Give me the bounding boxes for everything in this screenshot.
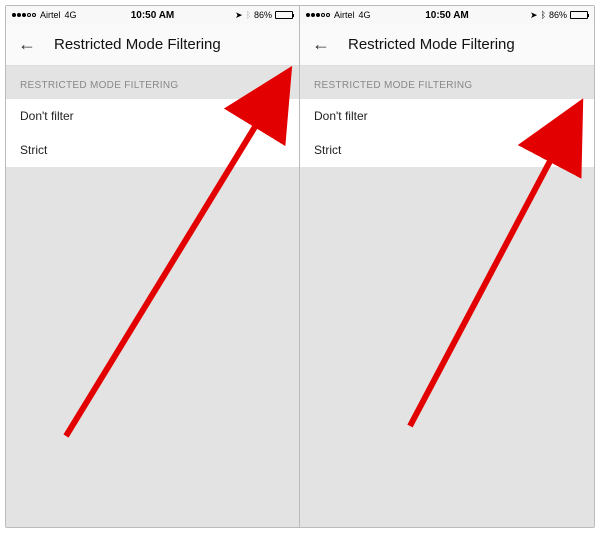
carrier-label: Airtel	[334, 10, 355, 20]
back-arrow-icon[interactable]: ←	[18, 34, 36, 55]
option-label: Don't filter	[20, 109, 74, 123]
location-icon: ➤	[235, 10, 243, 21]
status-left: Airtel 4G	[12, 10, 77, 20]
carrier-label: Airtel	[40, 10, 61, 20]
options-list: Don't filter Strict ✓	[300, 99, 594, 167]
battery-pct: 86%	[254, 10, 272, 20]
back-arrow-icon[interactable]: ←	[312, 34, 330, 55]
signal-dots-icon	[12, 13, 36, 17]
battery-icon	[275, 11, 293, 19]
option-label: Don't filter	[314, 109, 368, 123]
status-left: Airtel 4G	[306, 10, 371, 20]
screenshot-left: Airtel 4G 10:50 AM ➤ ᛒ 86% ← Restricted …	[6, 6, 300, 527]
option-dont-filter[interactable]: Don't filter	[300, 99, 594, 133]
section-header: RESTRICTED MODE FILTERING	[6, 66, 299, 99]
clock: 10:50 AM	[131, 10, 175, 21]
option-dont-filter[interactable]: Don't filter ✓	[6, 99, 299, 133]
battery-pct: 86%	[549, 10, 567, 20]
page-title: Restricted Mode Filtering	[348, 36, 515, 53]
page-title: Restricted Mode Filtering	[54, 36, 221, 53]
option-label: Strict	[20, 143, 47, 157]
network-label: 4G	[359, 10, 371, 20]
option-strict[interactable]: Strict ✓	[300, 133, 594, 167]
bluetooth-icon: ᛒ	[246, 10, 251, 20]
signal-dots-icon	[306, 13, 330, 17]
section-header: RESTRICTED MODE FILTERING	[300, 66, 594, 99]
status-bar: Airtel 4G 10:50 AM ➤ ᛒ 86%	[300, 6, 594, 24]
bluetooth-icon: ᛒ	[541, 10, 546, 20]
status-right: ➤ ᛒ 86%	[235, 10, 293, 21]
check-icon: ✓	[273, 108, 285, 125]
option-strict[interactable]: Strict	[6, 133, 299, 167]
location-icon: ➤	[530, 10, 538, 21]
options-list: Don't filter ✓ Strict	[6, 99, 299, 167]
check-icon: ✓	[568, 142, 580, 159]
app-header: ← Restricted Mode Filtering	[6, 24, 299, 66]
option-label: Strict	[314, 143, 341, 157]
status-right: ➤ ᛒ 86%	[530, 10, 588, 21]
screenshot-right: Airtel 4G 10:50 AM ➤ ᛒ 86% ← Restricted …	[300, 6, 594, 527]
battery-icon	[570, 11, 588, 19]
clock: 10:50 AM	[425, 10, 469, 21]
status-bar: Airtel 4G 10:50 AM ➤ ᛒ 86%	[6, 6, 299, 24]
app-header: ← Restricted Mode Filtering	[300, 24, 594, 66]
network-label: 4G	[65, 10, 77, 20]
